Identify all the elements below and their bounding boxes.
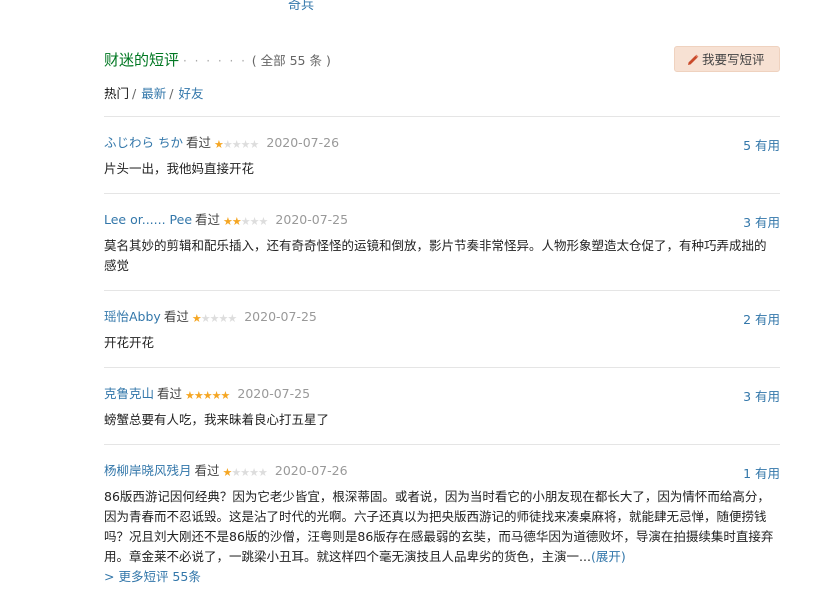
star-empty-icon: ★ [258, 466, 268, 479]
star-empty-icon: ★ [231, 466, 241, 479]
star-filled-icon: ★ [223, 215, 233, 228]
comment-date: 2020-07-25 [275, 212, 349, 227]
comment-item: 杨柳岸晓风残月 看过 ★★★★★ 2020-07-26 1 有用 86版西游记因何经典… [104, 444, 780, 581]
tab-separator: / [132, 86, 137, 101]
star-empty-icon: ★ [200, 312, 211, 325]
rating-stars: ★★★★★ [185, 387, 231, 404]
comment-date: 2020-07-25 [244, 309, 317, 324]
star-filled-icon: ★ [231, 215, 242, 228]
star-empty-icon: ★ [258, 215, 269, 228]
top-partial-link[interactable]: 奇兵 [288, 0, 314, 13]
star-filled-icon: ★ [185, 389, 195, 402]
section-title-text: 财迷的短评 [104, 51, 180, 69]
star-empty-icon: ★ [240, 466, 250, 479]
star-empty-icon: ★ [249, 215, 260, 228]
star-filled-icon: ★ [191, 312, 202, 325]
comment-list: ふじわら ちか 看过 ★★★★★ 2020-07-26 5 有用 片头一出，我他妈直接… [104, 116, 780, 581]
star-empty-icon: ★ [249, 466, 259, 479]
comment-text: 螃蟹总要有人吃，我来昧着良心打五星了 [104, 412, 330, 427]
star-empty-icon: ★ [240, 215, 251, 228]
comment-text: 开花开花 [104, 335, 155, 350]
comment-item: ふじわら ちか 看过 ★★★★★ 2020-07-26 5 有用 片头一出，我他妈直接… [104, 116, 780, 193]
rating-stars: ★★★★★ [191, 310, 237, 327]
star-empty-icon: ★ [231, 138, 242, 151]
star-empty-icon: ★ [240, 138, 251, 151]
star-filled-icon: ★ [211, 389, 222, 402]
comment-username[interactable]: Lee or...... Pee [104, 212, 192, 227]
comment-meta: 杨柳岸晓风残月 看过 ★★★★★ 2020-07-26 [104, 463, 780, 479]
section-title: 财迷的短评 · · · · · · ( 全部 55 条 ) [104, 49, 331, 70]
comment-meta: ふじわら ちか 看过 ★★★★★ 2020-07-26 [104, 135, 780, 151]
comment-text: 莫名其妙的剪辑和配乐插入，还有奇奇怪怪的运镜和倒放，影片节奏非常怪异。人物形象塑… [104, 238, 767, 273]
star-empty-icon: ★ [249, 138, 260, 151]
comment-date: 2020-07-26 [274, 463, 348, 478]
comment-text: 片头一出，我他妈直接开花 [104, 161, 255, 176]
short-review-header: 财迷的短评 · · · · · · ( 全部 55 条 ) 我要写短评 [104, 46, 780, 74]
tab-latest[interactable]: 最新 [141, 86, 166, 101]
comment-username[interactable]: 瑶怡Abby [104, 309, 161, 324]
comment-item: 克鲁克山 看过 ★★★★★ 2020-07-25 3 有用 螃蟹总要有人吃，我来昧着良… [104, 367, 780, 444]
star-empty-icon: ★ [227, 312, 237, 325]
comment-text: 86版西游记因何经典？因为它老少皆宜，根深蒂固。或者说，因为当时看它的小朋友现在… [104, 487, 776, 567]
tab-hot[interactable]: 热门 [104, 86, 129, 101]
comment-item: Lee or...... Pee 看过 ★★★★★ 2020-07-25 3 有用 莫… [104, 193, 780, 290]
useful-vote-button[interactable]: 1 有用 [743, 463, 780, 482]
comment-meta: 瑶怡Abby 看过 ★★★★★ 2020-07-25 [104, 309, 780, 325]
rating-stars: ★★★★★ [223, 464, 268, 481]
star-filled-icon: ★ [214, 138, 224, 151]
sort-tabs: 热门 / 最新 / 好友 [104, 83, 203, 102]
title-dots: · · · · · · [183, 54, 247, 68]
pencil-icon [688, 54, 699, 65]
expand-link[interactable]: (展开) [591, 549, 626, 564]
star-empty-icon: ★ [222, 138, 233, 151]
watched-status: 看过 [163, 309, 189, 324]
comment-count[interactable]: ( 全部 55 条 ) [252, 53, 331, 68]
useful-vote-button[interactable]: 3 有用 [743, 386, 780, 405]
write-review-button[interactable]: 我要写短评 [674, 46, 780, 72]
comment-meta: 克鲁克山 看过 ★★★★★ 2020-07-25 [104, 386, 780, 402]
comment-date: 2020-07-25 [237, 386, 311, 401]
watched-status: 看过 [195, 212, 221, 227]
comment-username[interactable]: ふじわら ちか [104, 135, 183, 150]
watched-status: 看过 [185, 135, 211, 150]
star-filled-icon: ★ [202, 389, 213, 402]
rating-stars: ★★★★★ [214, 136, 260, 153]
watched-status: 看过 [194, 463, 220, 478]
comment-text-body: 86版西游记因何经典？因为它老少皆宜，根深蒂固。或者说，因为当时看它的小朋友现在… [104, 489, 774, 564]
star-empty-icon: ★ [218, 312, 228, 325]
comment-username[interactable]: 克鲁克山 [104, 386, 154, 401]
tab-friends[interactable]: 好友 [178, 86, 203, 101]
star-filled-icon: ★ [193, 389, 204, 402]
useful-vote-button[interactable]: 3 有用 [743, 212, 780, 231]
comment-username[interactable]: 杨柳岸晓风残月 [104, 463, 192, 478]
comment-item: 瑶怡Abby 看过 ★★★★★ 2020-07-25 2 有用 开花开花 [104, 290, 780, 367]
comment-meta: Lee or...... Pee 看过 ★★★★★ 2020-07-25 [104, 212, 780, 228]
useful-vote-button[interactable]: 5 有用 [743, 135, 780, 154]
useful-vote-button[interactable]: 2 有用 [743, 309, 780, 328]
watched-status: 看过 [157, 386, 183, 401]
star-filled-icon: ★ [220, 389, 231, 402]
tab-separator: / [169, 86, 174, 101]
more-reviews-link[interactable]: > 更多短评 55条 [104, 566, 201, 585]
rating-stars: ★★★★★ [223, 213, 269, 230]
write-review-label: 我要写短评 [702, 52, 765, 67]
comment-date: 2020-07-26 [266, 135, 340, 150]
